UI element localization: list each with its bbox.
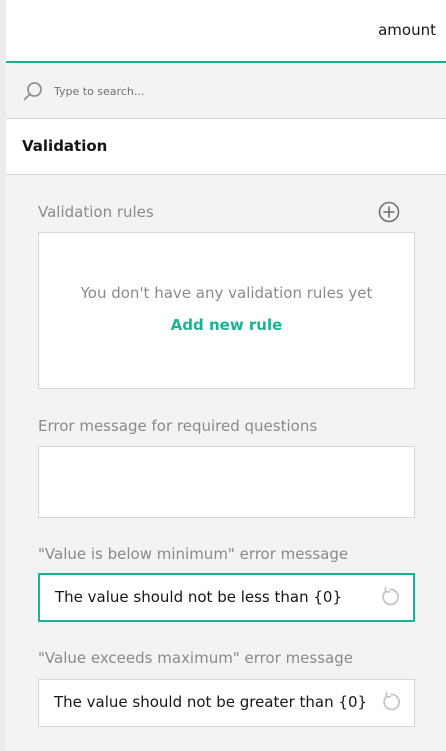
add-new-rule-link[interactable]: Add new rule xyxy=(39,316,414,334)
panel-header: amount xyxy=(6,0,446,63)
reset-icon[interactable] xyxy=(379,586,401,608)
reset-icon[interactable] xyxy=(380,691,402,713)
section-title: Validation xyxy=(22,137,108,155)
search-bar xyxy=(6,63,446,119)
min-error-field[interactable]: The value should not be less than {0} xyxy=(38,573,415,622)
panel-title: amount xyxy=(378,21,436,39)
property-panel: amount Validation Validation rules You d… xyxy=(6,0,446,751)
required-error-label: Error message for required questions xyxy=(38,417,318,435)
max-error-label: "Value exceeds maximum" error message xyxy=(38,649,353,667)
validation-section-content: Validation rules You don't have any vali… xyxy=(6,174,446,751)
min-error-label: "Value is below minimum" error message xyxy=(38,545,349,563)
search-icon xyxy=(23,82,42,101)
max-error-value: The value should not be greater than {0} xyxy=(54,693,368,711)
search-input[interactable] xyxy=(46,81,402,101)
plus-circle-icon[interactable] xyxy=(378,201,400,223)
validation-rules-label: Validation rules xyxy=(38,203,154,221)
max-error-field[interactable]: The value should not be greater than {0} xyxy=(38,679,415,727)
min-error-value: The value should not be less than {0} xyxy=(55,588,342,606)
empty-rules-text: You don't have any validation rules yet xyxy=(80,284,373,302)
validation-section-header[interactable]: Validation xyxy=(6,119,446,175)
validation-rules-list: You don't have any validation rules yet … xyxy=(38,232,415,389)
required-error-field[interactable] xyxy=(38,446,415,518)
